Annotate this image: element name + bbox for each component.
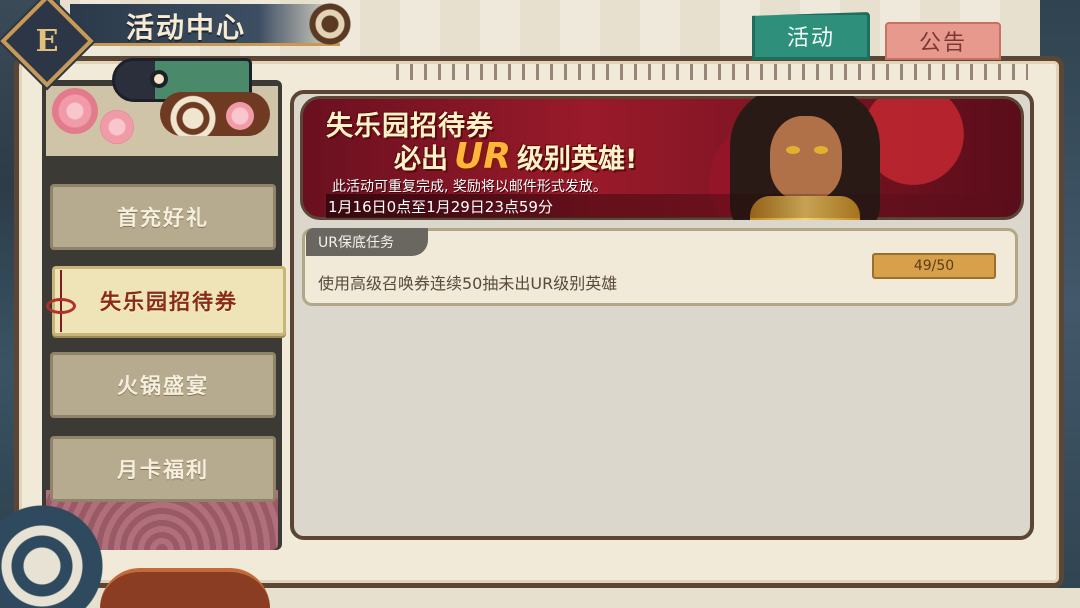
logo-icon[interactable]: E	[26, 20, 68, 62]
task-description: 使用高级召唤券连续50抽未出UR级别英雄	[318, 274, 618, 293]
banner-description: 此活动可重复完成, 奖励将以邮件形式发放。	[332, 179, 607, 195]
tab-announcement[interactable]: 公告	[885, 22, 1001, 60]
page-title: 活动中心	[126, 11, 247, 44]
cherry-blossom-icon	[100, 110, 134, 144]
banner-date-range: 1月16日0点至1月29日23点59分	[326, 194, 1026, 218]
banner-subtitle-prefix: 必出	[394, 144, 448, 175]
tab-activity[interactable]: 活动	[752, 12, 870, 60]
sidebar-item-hotpot-feast[interactable]: 火锅盛宴	[50, 352, 276, 418]
banner-subtitle: 必出 UR 级别英雄!	[394, 136, 637, 177]
task-progress: 49/50	[872, 253, 996, 279]
sidebar-item-paradise-ticket[interactable]: 失乐园招待券	[52, 266, 286, 336]
banner-ur-highlight: UR	[454, 136, 511, 177]
cherry-blossom-icon	[52, 88, 98, 134]
swirl-decoration	[100, 568, 270, 608]
banner-subtitle-suffix: 级别英雄!	[516, 144, 638, 175]
task-label: UR保底任务	[306, 228, 428, 256]
scroll-ornament-icon	[300, 2, 360, 46]
cherry-blossom-icon	[226, 102, 254, 130]
koi-eye-icon	[150, 70, 168, 88]
sidebar-item-first-recharge[interactable]: 首充好礼	[50, 184, 276, 250]
red-knot-icon	[42, 270, 78, 336]
frame-decoration	[396, 64, 1028, 80]
